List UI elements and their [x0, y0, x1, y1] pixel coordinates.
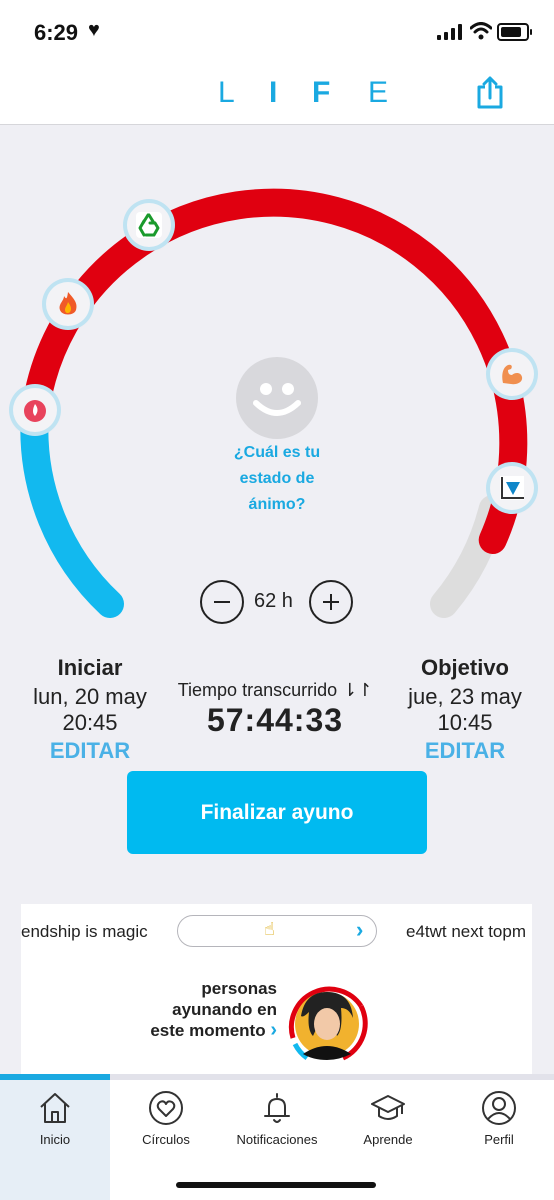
marker-fat-burn[interactable]	[46, 282, 90, 326]
chevron-right-icon: ›	[356, 917, 364, 942]
ticker-pill[interactable]: ☝ ›	[177, 915, 377, 947]
tab-label-circulos: Círculos	[142, 1132, 190, 1147]
chevron-right-icon: ›	[270, 1019, 277, 1041]
edit-start-button[interactable]: EDITAR	[10, 738, 170, 764]
start-title: Iniciar	[57, 655, 123, 680]
elapsed-label[interactable]: Tiempo transcurrido ⇂↾	[170, 680, 380, 701]
goal-date: jue, 23 may	[408, 684, 522, 709]
mood-prompt[interactable]: ¿Cuál es tu estado de ánimo?	[214, 440, 340, 518]
decrease-hours-button[interactable]	[200, 580, 244, 624]
bell-icon	[264, 1093, 290, 1123]
smiley-icon	[253, 383, 301, 416]
start-time: 20:45	[62, 710, 118, 735]
graduation-cap-icon	[371, 1095, 405, 1120]
elapsed-time: 57:44:33	[206, 702, 344, 738]
drop-icon	[24, 400, 46, 422]
increase-hours-button[interactable]	[309, 580, 353, 624]
marker-autophagy[interactable]	[127, 203, 171, 247]
minus-icon	[214, 601, 230, 603]
finish-fast-button[interactable]: Finalizar ayuno	[127, 771, 427, 854]
community-avatar[interactable]	[283, 978, 371, 1066]
community-card: endship is magic ☝ › e4twt next topm per…	[21, 904, 532, 1074]
profile-icon	[482, 1091, 516, 1125]
people-fasting-link[interactable]: personas ayunando en este momento ›	[147, 978, 277, 1041]
ticker-right: e4twt next topm	[406, 922, 527, 941]
edit-goal-button[interactable]: EDITAR	[385, 738, 545, 764]
tab-label-notificaciones: Notificaciones	[236, 1132, 318, 1147]
ticker-left: endship is magic	[21, 922, 148, 941]
home-icon	[40, 1093, 70, 1123]
plus-icon	[323, 594, 339, 610]
home-indicator	[176, 1182, 376, 1188]
tab-label-perfil: Perfil	[484, 1132, 514, 1147]
tab-perfil[interactable]: Perfil	[444, 1080, 554, 1200]
marker-insulin[interactable]	[490, 466, 534, 510]
muscle-icon	[502, 364, 523, 385]
start-date: lun, 20 may	[33, 684, 147, 709]
tab-label-aprende: Aprende	[363, 1132, 413, 1147]
tab-inicio[interactable]: Inicio	[0, 1080, 110, 1200]
marker-blood-sugar[interactable]	[13, 388, 57, 432]
heart-circle-icon	[149, 1091, 183, 1125]
chart-icon	[500, 476, 524, 500]
tab-label-inicio: Inicio	[39, 1132, 71, 1147]
recycle-icon	[136, 212, 162, 238]
marker-growth-hormone[interactable]	[490, 352, 534, 396]
fasting-gauge	[20, 188, 528, 618]
pointing-finger-icon: ☝	[264, 919, 275, 939]
goal-title: Objetivo	[420, 655, 509, 680]
goal-hours: 62 h	[254, 590, 293, 612]
people-fasting-text: personas ayunando en este momento	[150, 979, 277, 1040]
fire-icon	[59, 292, 77, 315]
mood-button[interactable]	[236, 357, 318, 439]
gauge-blue-arc	[20, 403, 124, 618]
goal-time: 10:45	[437, 710, 493, 735]
